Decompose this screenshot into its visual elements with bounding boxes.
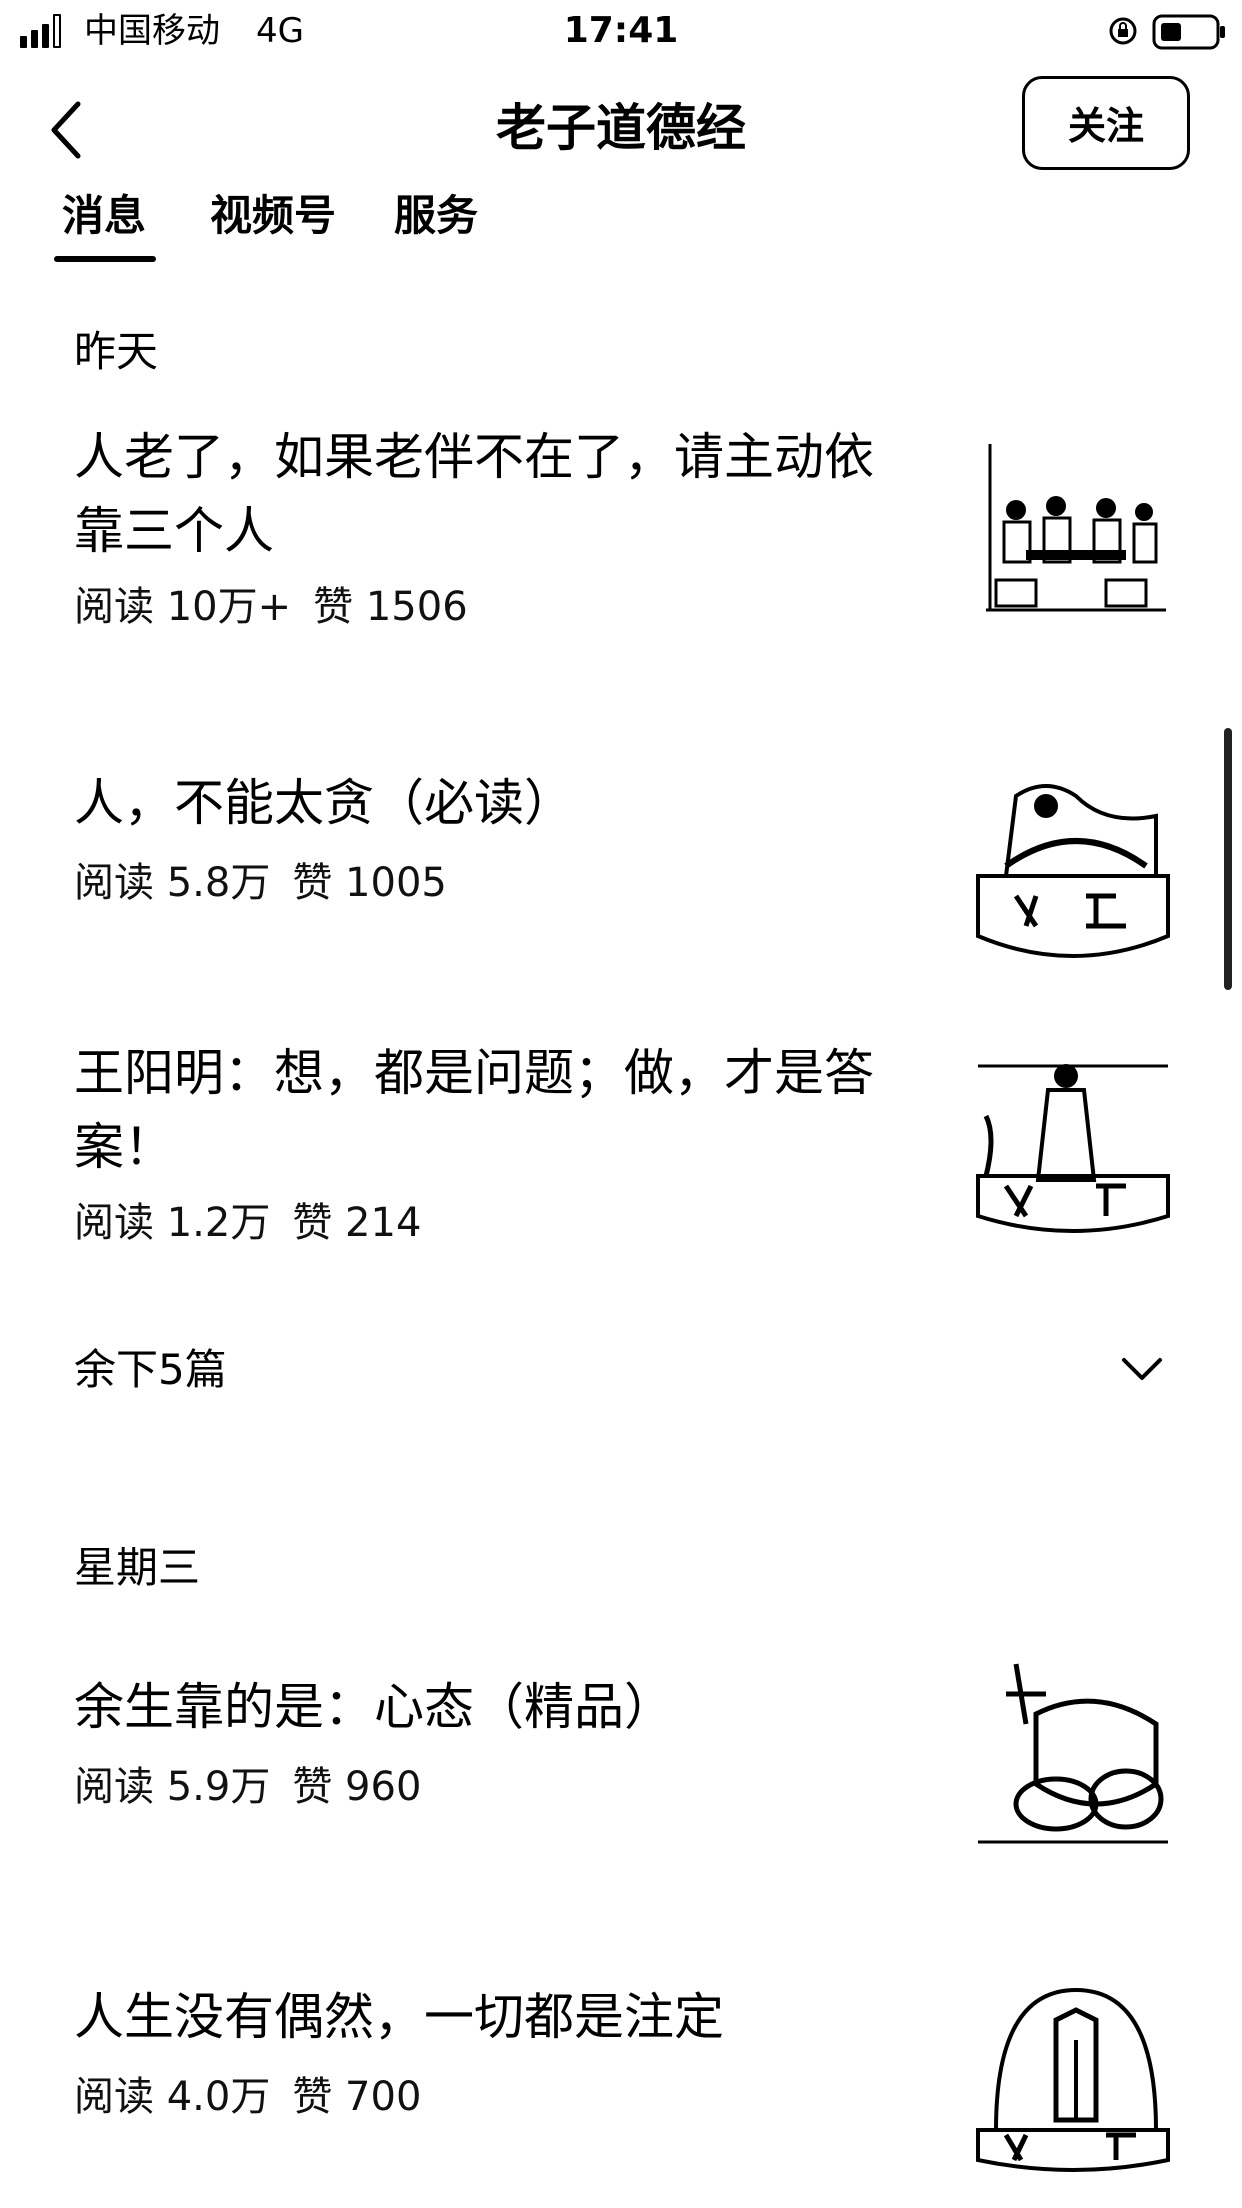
read-count: 阅读 5.8万 — [74, 860, 271, 906]
article-thumbnail-image[interactable] — [976, 1046, 1170, 1240]
article-card[interactable]: 人，不能太贪（必读） 阅读 5.8万赞 1005 — [74, 766, 1174, 966]
battery-icon — [1152, 14, 1225, 50]
tab-messages[interactable]: 消息 — [62, 186, 146, 246]
tab-active-indicator — [54, 256, 156, 262]
like-count: 赞 214 — [292, 1200, 422, 1246]
expand-more-row[interactable]: 余下5篇 — [74, 1340, 1168, 1400]
chevron-down-icon[interactable] — [1120, 1352, 1164, 1388]
article-card[interactable]: 人生没有偶然，一切都是注定 阅读 4.0万赞 700 — [74, 1980, 1174, 2180]
like-count: 赞 700 — [292, 2074, 422, 2120]
article-thumbnail-image[interactable] — [976, 430, 1170, 624]
nav-bar: 老子道德经 关注 — [0, 62, 1242, 192]
follow-button[interactable]: 关注 — [1022, 76, 1190, 170]
article-thumbnail-image[interactable] — [976, 1980, 1170, 2174]
read-count: 阅读 10万+ — [74, 584, 292, 630]
article-stats: 阅读 1.2万赞 214 — [74, 1196, 421, 1250]
orientation-lock-icon — [1109, 17, 1137, 45]
article-thumbnail-image[interactable] — [976, 1654, 1170, 1848]
article-title[interactable]: 人，不能太贪（必读） — [74, 766, 914, 840]
remaining-articles-label[interactable]: 余下5篇 — [74, 1340, 227, 1400]
article-title[interactable]: 余生靠的是：心态（精品） — [74, 1670, 914, 1744]
article-card[interactable]: 余生靠的是：心态（精品） 阅读 5.9万赞 960 — [74, 1654, 1174, 1870]
article-card[interactable]: 王阳明：想，都是问题；做，才是答案！ 阅读 1.2万赞 214 — [74, 1036, 1174, 1266]
article-title[interactable]: 人生没有偶然，一切都是注定 — [74, 1980, 914, 2054]
status-bar: 中国移动 4G 17:41 — [0, 0, 1242, 62]
read-count: 阅读 5.9万 — [74, 1764, 271, 1810]
article-title[interactable]: 王阳明：想，都是问题；做，才是答案！ — [74, 1036, 914, 1184]
article-stats: 阅读 4.0万赞 700 — [74, 2070, 421, 2124]
read-count: 阅读 4.0万 — [74, 2074, 271, 2120]
article-stats: 阅读 10万+ 赞 1506 — [74, 580, 468, 634]
date-label-yesterday: 昨天 — [74, 327, 159, 376]
like-count: 赞 960 — [292, 1764, 422, 1810]
read-count: 阅读 1.2万 — [74, 1200, 271, 1246]
tab-channels[interactable]: 视频号 — [210, 186, 336, 246]
article-title[interactable]: 人老了，如果老伴不在了，请主动依靠三个人 — [74, 420, 914, 568]
like-count: 赞 1005 — [292, 860, 447, 906]
date-label-wednesday: 星期三 — [74, 1543, 201, 1592]
scrollbar[interactable] — [1224, 728, 1232, 990]
article-stats: 阅读 5.8万赞 1005 — [74, 856, 447, 910]
article-card[interactable]: 人老了，如果老伴不在了，请主动依靠三个人 阅读 10万+ 赞 1506 — [74, 420, 1174, 640]
status-time: 17:41 — [563, 10, 679, 51]
like-count: 赞 1506 — [313, 584, 468, 630]
tab-services[interactable]: 服务 — [394, 186, 478, 246]
article-thumbnail-image[interactable] — [976, 766, 1170, 960]
tab-bar: 消息 视频号 服务 — [0, 186, 1242, 266]
article-stats: 阅读 5.9万赞 960 — [74, 1760, 421, 1814]
